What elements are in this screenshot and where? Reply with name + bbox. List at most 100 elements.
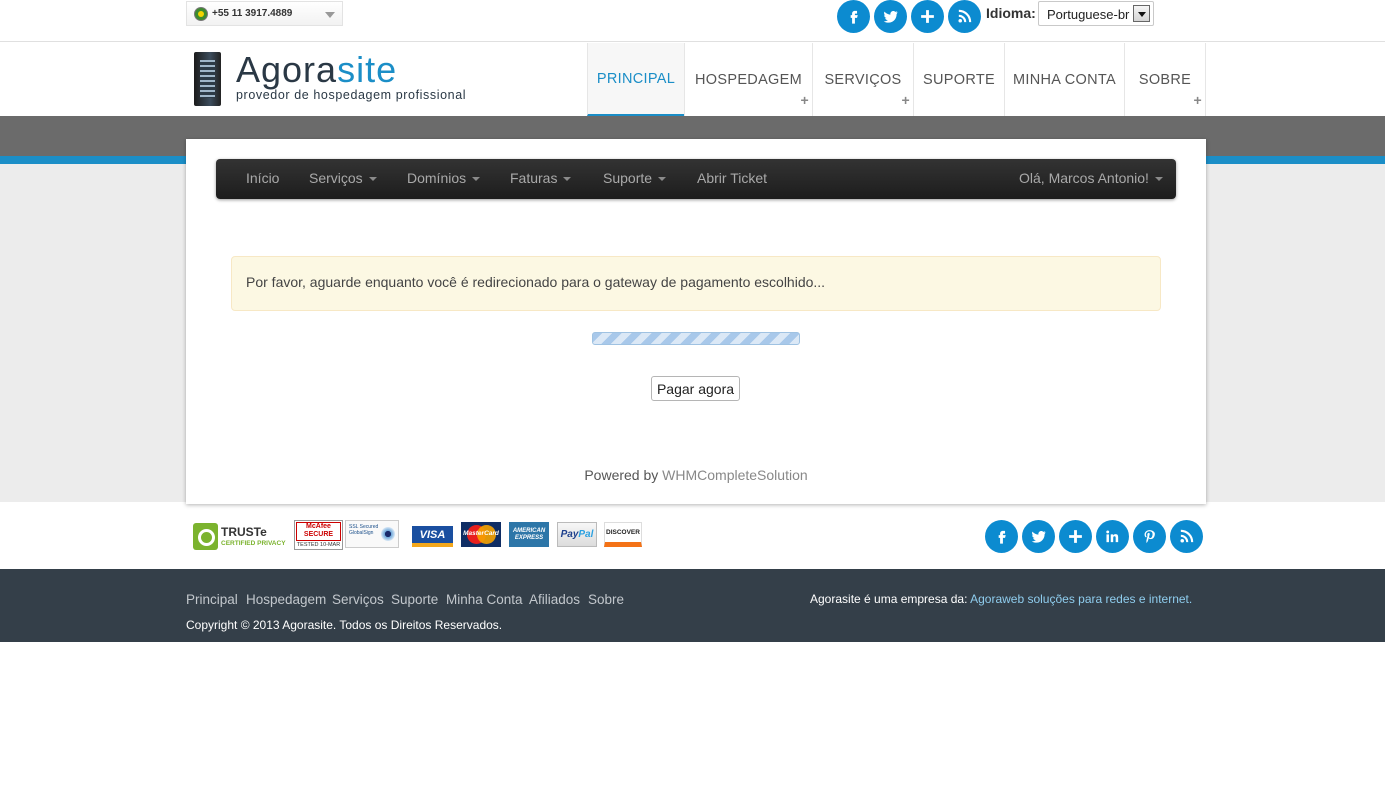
linkedin-icon[interactable] xyxy=(1096,520,1129,553)
caret-down-icon xyxy=(368,177,377,182)
subnav-label: Faturas xyxy=(510,170,558,186)
facebook-icon[interactable] xyxy=(985,520,1018,553)
plus-icon: + xyxy=(1193,92,1202,108)
twitter-icon[interactable] xyxy=(874,0,907,33)
chevron-down-icon xyxy=(325,12,335,18)
rss-icon[interactable] xyxy=(1170,520,1203,553)
truste-logo-icon xyxy=(193,523,218,550)
content-card: Início Serviços Domínios Faturas Suporte… xyxy=(186,139,1206,504)
client-area-navbar: Início Serviços Domínios Faturas Suporte… xyxy=(216,159,1176,199)
nav-label: SOBRE xyxy=(1138,71,1192,88)
facebook-icon[interactable] xyxy=(837,0,870,33)
nav-item-suporte[interactable]: SUPORTE xyxy=(913,43,1004,116)
paypal-logo: Pay Pal xyxy=(557,522,597,547)
truste-sub: CERTIFIED PRIVACY xyxy=(221,540,286,547)
subnav-item-faturas[interactable]: Faturas xyxy=(510,170,572,186)
paypal-text-b: Pal xyxy=(578,529,594,540)
plus-icon[interactable] xyxy=(911,0,944,33)
nav-item-hospedagem[interactable]: HOSPEDAGEM + xyxy=(684,43,812,116)
amex-logo: AMERICAN EXPRESS xyxy=(509,522,549,547)
main-navigation: PRINCIPAL HOSPEDAGEM + SERVIÇOS + SUPORTE … xyxy=(587,43,1206,116)
nav-label: HOSPEDAGEM xyxy=(695,71,802,88)
plus-icon: + xyxy=(901,92,910,108)
rss-icon[interactable] xyxy=(948,0,981,33)
nav-item-principal[interactable]: PRINCIPAL xyxy=(587,43,684,116)
twitter-icon[interactable] xyxy=(1022,520,1055,553)
language-value: Portuguese-br xyxy=(1047,7,1130,22)
visa-text: VISA xyxy=(419,528,446,541)
footer-link-afiliados[interactable]: Afiliados xyxy=(529,592,580,607)
nav-label: SERVIÇOS xyxy=(824,71,902,88)
mcafee-badge[interactable]: McAfee SECURE TESTED 10-MAR xyxy=(294,520,343,550)
nav-item-minha-conta[interactable]: MINHA CONTA xyxy=(1004,43,1124,116)
subnav-item-dominios[interactable]: Domínios xyxy=(407,170,481,186)
user-menu[interactable]: Olá, Marcos Antonio! xyxy=(1019,170,1163,186)
redirect-alert: Por favor, aguarde enquanto você é redir… xyxy=(231,256,1161,311)
subnav-label: Abrir Ticket xyxy=(697,170,768,186)
globalsign-text: SSL Secured GlobalSign xyxy=(349,524,379,536)
top-bar: +55 11 3917.4889 Idioma: Portuguese-br xyxy=(0,0,1385,42)
plus-icon[interactable] xyxy=(1059,520,1092,553)
subnav-item-suporte[interactable]: Suporte xyxy=(603,170,667,186)
amex-text: AMERICAN EXPRESS xyxy=(512,527,546,541)
truste-badge[interactable]: TRUSTe CERTIFIED PRIVACY xyxy=(193,523,291,550)
paypal-text-a: Pay xyxy=(560,529,579,540)
caret-down-icon xyxy=(658,177,667,182)
nav-item-servicos[interactable]: SERVIÇOS + xyxy=(812,43,913,116)
subnav-item-servicos[interactable]: Serviços xyxy=(309,170,377,186)
footer-link-principal[interactable]: Principal xyxy=(186,592,238,607)
logo-name-main: Agora xyxy=(236,49,338,90)
chevron-down-icon[interactable] xyxy=(1133,5,1150,22)
subnav-item-inicio[interactable]: Início xyxy=(246,170,279,186)
subnav-label: Início xyxy=(246,170,280,186)
footer-link-minha-conta[interactable]: Minha Conta xyxy=(446,592,523,607)
alert-text: Por favor, aguarde enquanto você é redir… xyxy=(246,274,826,290)
caret-down-icon xyxy=(472,177,481,182)
pinterest-icon[interactable] xyxy=(1133,520,1166,553)
nav-item-sobre[interactable]: SOBRE + xyxy=(1124,43,1206,116)
eye-icon xyxy=(381,527,395,541)
agoraweb-link[interactable]: Agoraweb soluções para redes e internet xyxy=(970,592,1189,606)
nav-label: SUPORTE xyxy=(923,71,995,88)
footer-link-suporte[interactable]: Suporte xyxy=(391,592,438,607)
phone-selector[interactable]: +55 11 3917.4889 xyxy=(186,1,343,26)
mastercard-text: MasterCard xyxy=(463,530,499,537)
site-header: Agorasite provedor de hospedagem profiss… xyxy=(0,43,1385,116)
site-logo-text[interactable]: Agorasite xyxy=(236,49,397,91)
language-label: Idioma: xyxy=(986,5,1036,21)
company-suffix: . xyxy=(1188,592,1193,606)
footer-link-hospedagem[interactable]: Hospedagem xyxy=(246,592,326,607)
nav-label: MINHA CONTA xyxy=(1013,71,1116,88)
pay-now-button[interactable]: Pagar agora xyxy=(651,376,740,401)
subnav-item-abrir-ticket[interactable]: Abrir Ticket xyxy=(697,170,767,186)
footer-link-servicos[interactable]: Serviços xyxy=(332,592,384,607)
site-footer: Principal Hospedagem Serviços Suporte Mi… xyxy=(0,569,1385,642)
caret-down-icon xyxy=(563,177,572,182)
company-info: Agorasite é uma empresa da: Agoraweb sol… xyxy=(810,592,1192,606)
globalsign-badge[interactable]: SSL Secured GlobalSign xyxy=(345,520,399,548)
powered-by: Powered by WHMCompleteSolution xyxy=(186,467,1206,483)
powered-prefix: Powered by xyxy=(584,467,659,483)
nav-label: PRINCIPAL xyxy=(596,70,676,87)
server-tower-logo-icon[interactable] xyxy=(194,52,221,106)
visa-logo: VISA xyxy=(412,522,453,547)
company-prefix: Agorasite é uma empresa da: xyxy=(810,592,968,606)
plus-icon: + xyxy=(800,92,809,108)
logo-tagline: provedor de hospedagem profissional xyxy=(236,88,467,102)
loading-progress-bar xyxy=(592,332,800,345)
subnav-label: Serviços xyxy=(309,170,363,186)
subnav-label: Domínios xyxy=(407,170,467,186)
copyright-text: Copyright © 2013 Agorasite. Todos os Dir… xyxy=(186,618,503,632)
phone-number: +55 11 3917.4889 xyxy=(212,8,293,19)
discover-logo: DISCOVER xyxy=(604,522,642,547)
footer-link-sobre[interactable]: Sobre xyxy=(588,592,624,607)
whmcs-link[interactable]: WHMCompleteSolution xyxy=(662,467,808,483)
user-greeting: Olá, Marcos Antonio! xyxy=(1019,170,1149,186)
discover-text: DISCOVER xyxy=(606,529,640,536)
brazil-flag-icon xyxy=(194,7,208,21)
language-select[interactable]: Portuguese-br xyxy=(1038,1,1154,26)
mastercard-logo: MasterCard xyxy=(461,522,501,547)
logo-name-suffix: site xyxy=(337,49,398,90)
truste-name: TRUSTe xyxy=(221,525,267,539)
mcafee-name: McAfee SECURE xyxy=(296,522,341,541)
